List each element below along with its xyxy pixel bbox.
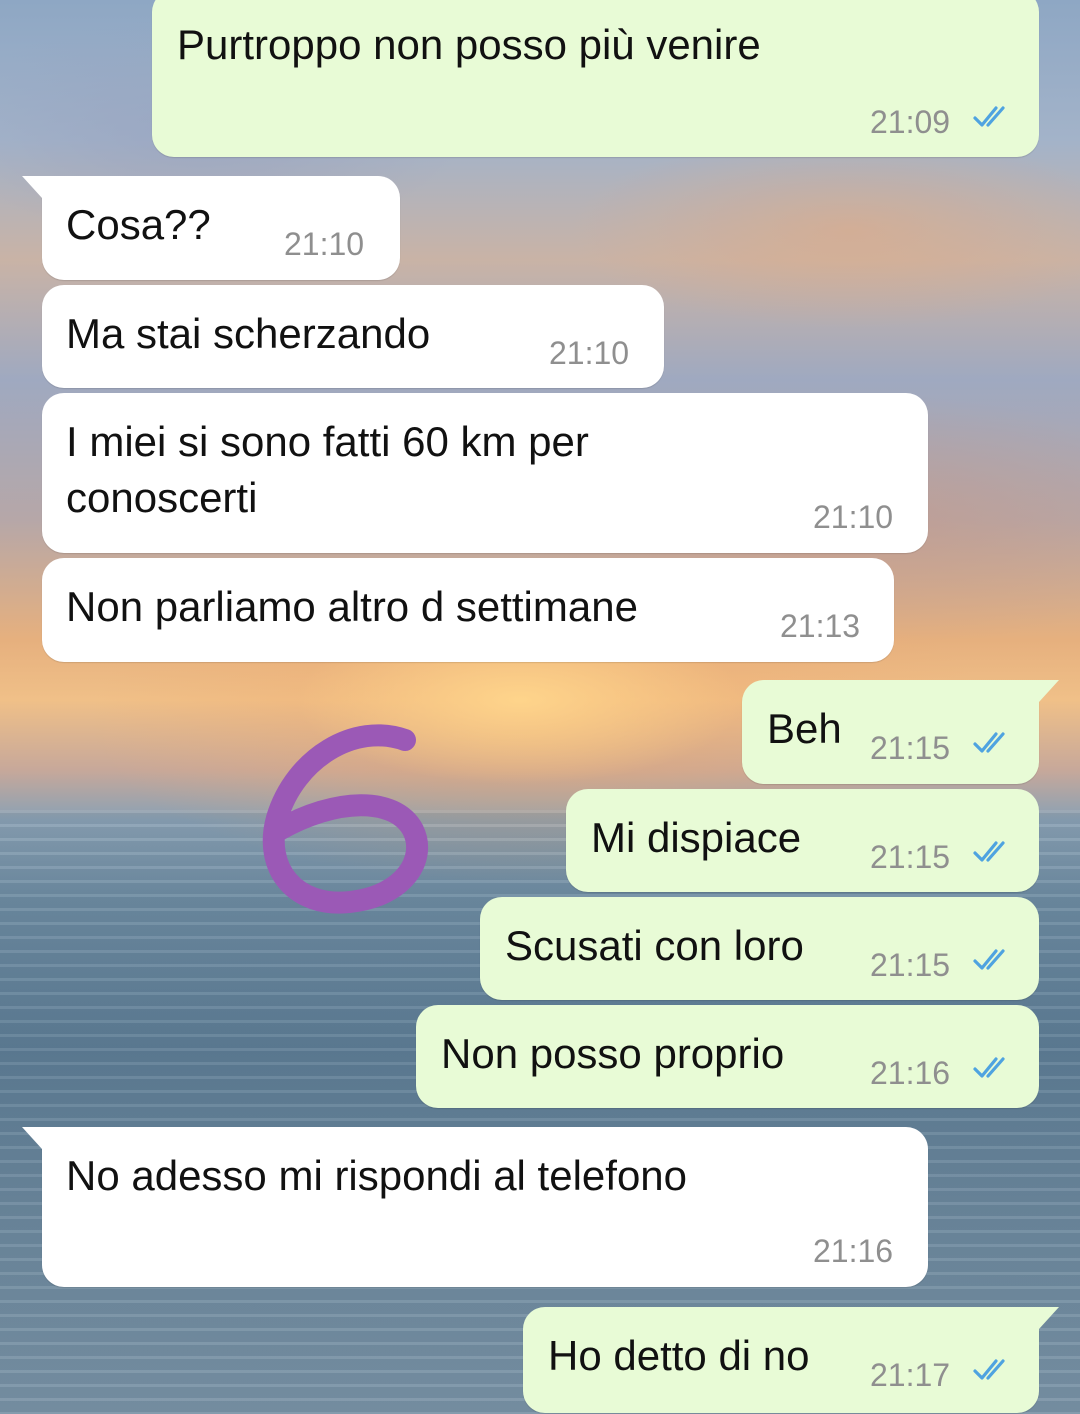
message-text: Beh [767, 705, 842, 752]
message-time: 21:10 [549, 335, 630, 371]
message-time: 21:15 [870, 839, 951, 875]
message-text-line-2: conoscerti [66, 474, 258, 521]
message-bubble-incoming[interactable]: I miei si sono fatti 60 km per conoscert… [42, 393, 928, 553]
message-time: 21:16 [870, 1055, 951, 1091]
read-receipt-icon [973, 732, 1005, 753]
message-time: 21:15 [870, 730, 951, 766]
read-receipt-icon [973, 1359, 1005, 1380]
message-bubble-outgoing[interactable]: Non posso proprio 21:16 [416, 1005, 1039, 1108]
message-text: Scusati con loro [505, 922, 804, 969]
message-bubble-outgoing[interactable]: Purtroppo non posso più venire 21:09 [152, 0, 1039, 157]
message-text: Purtroppo non posso più venire [177, 21, 761, 68]
message-time: 21:10 [284, 226, 365, 262]
read-receipt-icon [973, 949, 1005, 970]
read-receipt-icon [973, 841, 1005, 862]
message-text: Cosa?? [66, 201, 211, 248]
message-bubble-incoming[interactable]: Ma stai scherzando 21:10 [42, 285, 664, 388]
message-text: Non posso proprio [441, 1030, 785, 1077]
message-text: Ho detto di no [548, 1332, 810, 1379]
message-text: Ma stai scherzando [66, 310, 431, 357]
message-bubble-incoming[interactable]: Cosa?? 21:10 [22, 176, 400, 280]
handwritten-number-annotation: 6 [255, 718, 429, 914]
message-bubble-incoming[interactable]: No adesso mi rispondi al telefono 21:16 [22, 1127, 928, 1287]
message-time: 21:15 [870, 947, 951, 983]
message-time: 21:17 [870, 1357, 951, 1393]
message-text: Mi dispiace [591, 814, 802, 861]
message-bubble-outgoing[interactable]: Beh 21:15 [742, 680, 1059, 784]
message-bubble-outgoing[interactable]: Scusati con loro 21:15 [480, 897, 1039, 1000]
message-text: No adesso mi rispondi al telefono [66, 1152, 688, 1199]
annotation-number: 6 [255, 718, 256, 719]
message-text: Non parliamo altro d settimane [66, 583, 638, 630]
message-time: 21:13 [780, 608, 861, 644]
read-receipt-icon [973, 1057, 1005, 1078]
read-receipt-icon [973, 106, 1005, 127]
message-text-line-1: I miei si sono fatti 60 km per [66, 418, 589, 465]
message-time: 21:09 [870, 104, 951, 140]
message-bubble-outgoing[interactable]: Mi dispiace 21:15 [566, 789, 1039, 892]
message-bubble-outgoing[interactable]: Ho detto di no 21:17 [523, 1307, 1059, 1413]
message-time: 21:16 [813, 1233, 894, 1269]
message-time: 21:10 [813, 499, 894, 535]
message-bubble-incoming[interactable]: Non parliamo altro d settimane 21:13 [42, 558, 894, 662]
